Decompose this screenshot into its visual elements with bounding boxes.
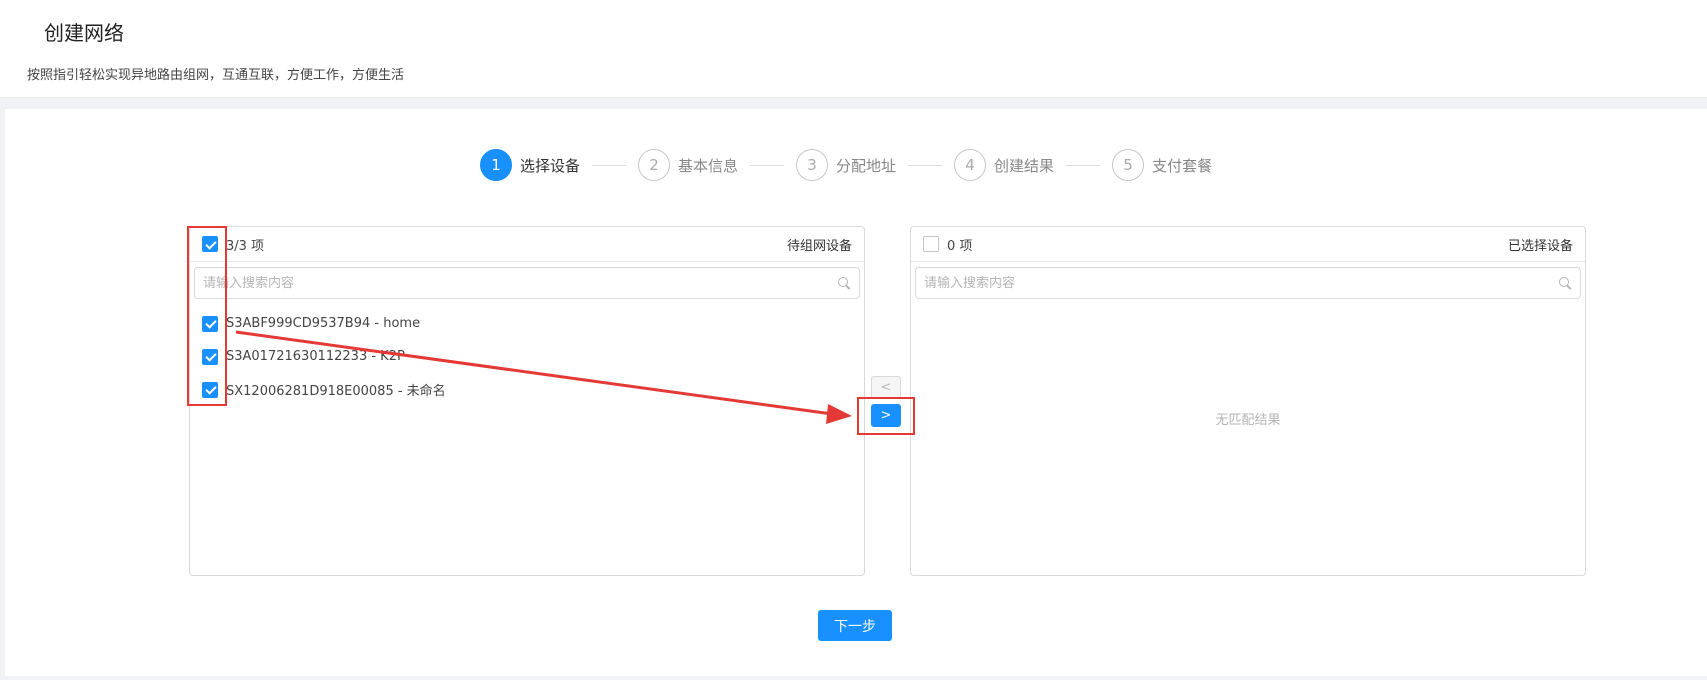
step-label: 支付套餐 — [1152, 156, 1213, 175]
item-label: S3ABF999CD9537B94 - home — [226, 316, 421, 331]
step-label: 选择设备 — [520, 156, 581, 175]
list-item[interactable]: S3ABF999CD9537B94 - home — [190, 307, 864, 340]
item-checkbox[interactable] — [202, 315, 218, 332]
step-create-result[interactable]: 4 创建结果 — [954, 149, 1054, 181]
step-number: 3 — [796, 149, 829, 181]
step-label: 创建结果 — [994, 156, 1055, 175]
selected-count: 0 项 — [947, 238, 973, 254]
page-subtitle: 按照指引轻松实现异地路由组网，互通互联，方便工作，方便生活 — [27, 68, 405, 83]
move-right-button[interactable]: > — [871, 404, 901, 427]
page-title: 创建网络 — [44, 21, 124, 45]
search-input[interactable] — [924, 275, 1558, 291]
panel-title: 待组网设备 — [786, 238, 852, 254]
selected-count: 3/3 项 — [226, 238, 265, 254]
step-divider — [908, 164, 943, 166]
step-number: 2 — [638, 149, 671, 181]
step-select-device[interactable]: 1 选择设备 — [480, 149, 580, 181]
search-box — [915, 267, 1581, 299]
step-number: 1 — [480, 149, 512, 181]
step-number: 5 — [1112, 149, 1145, 181]
search-icon[interactable] — [1558, 276, 1572, 290]
search-box — [194, 267, 860, 299]
step-number: 4 — [954, 149, 987, 181]
list-item[interactable]: S3A01721630112233 - K2P — [190, 340, 864, 373]
panel-title: 已选择设备 — [1507, 238, 1573, 254]
steps-bar: 1 选择设备 2 基本信息 3 分配地址 4 创建结果 5 支付套餐 — [480, 148, 1212, 182]
device-list: S3ABF999CD9537B94 - home S3A017216301122… — [190, 299, 864, 406]
panel-header: 3/3 项 待组网设备 — [190, 227, 864, 262]
panel-header: 0 项 已选择设备 — [911, 227, 1585, 262]
move-left-button[interactable]: < — [871, 376, 901, 399]
list-item[interactable]: SX12006281D918E00085 - 未命名 — [190, 373, 864, 406]
next-step-button[interactable]: 下一步 — [818, 610, 892, 641]
empty-state-text: 无匹配结果 — [1215, 413, 1281, 428]
item-checkbox[interactable] — [202, 348, 218, 365]
item-label: SX12006281D918E00085 - 未命名 — [226, 384, 446, 399]
search-icon[interactable] — [837, 276, 851, 290]
selected-device-panel: 0 项 已选择设备 无匹配结果 — [910, 226, 1586, 576]
item-label: S3A01721630112233 - K2P — [226, 349, 405, 364]
step-basic-info[interactable]: 2 基本信息 — [638, 149, 738, 181]
step-label: 基本信息 — [678, 156, 739, 175]
step-assign-address[interactable]: 3 分配地址 — [796, 149, 896, 181]
select-all-checkbox[interactable] — [923, 236, 939, 252]
step-divider — [1066, 164, 1101, 166]
source-device-panel: 3/3 项 待组网设备 S3ABF999CD9537B94 - home S3A… — [189, 226, 865, 576]
select-all-checkbox[interactable] — [202, 236, 218, 252]
step-label: 分配地址 — [836, 156, 897, 175]
step-divider — [592, 164, 627, 166]
page-header: 创建网络 按照指引轻松实现异地路由组网，互通互联，方便工作，方便生活 — [0, 0, 1707, 98]
step-divider — [750, 164, 785, 166]
item-checkbox[interactable] — [202, 381, 218, 398]
search-input[interactable] — [203, 275, 837, 291]
step-pay-plan[interactable]: 5 支付套餐 — [1112, 149, 1212, 181]
